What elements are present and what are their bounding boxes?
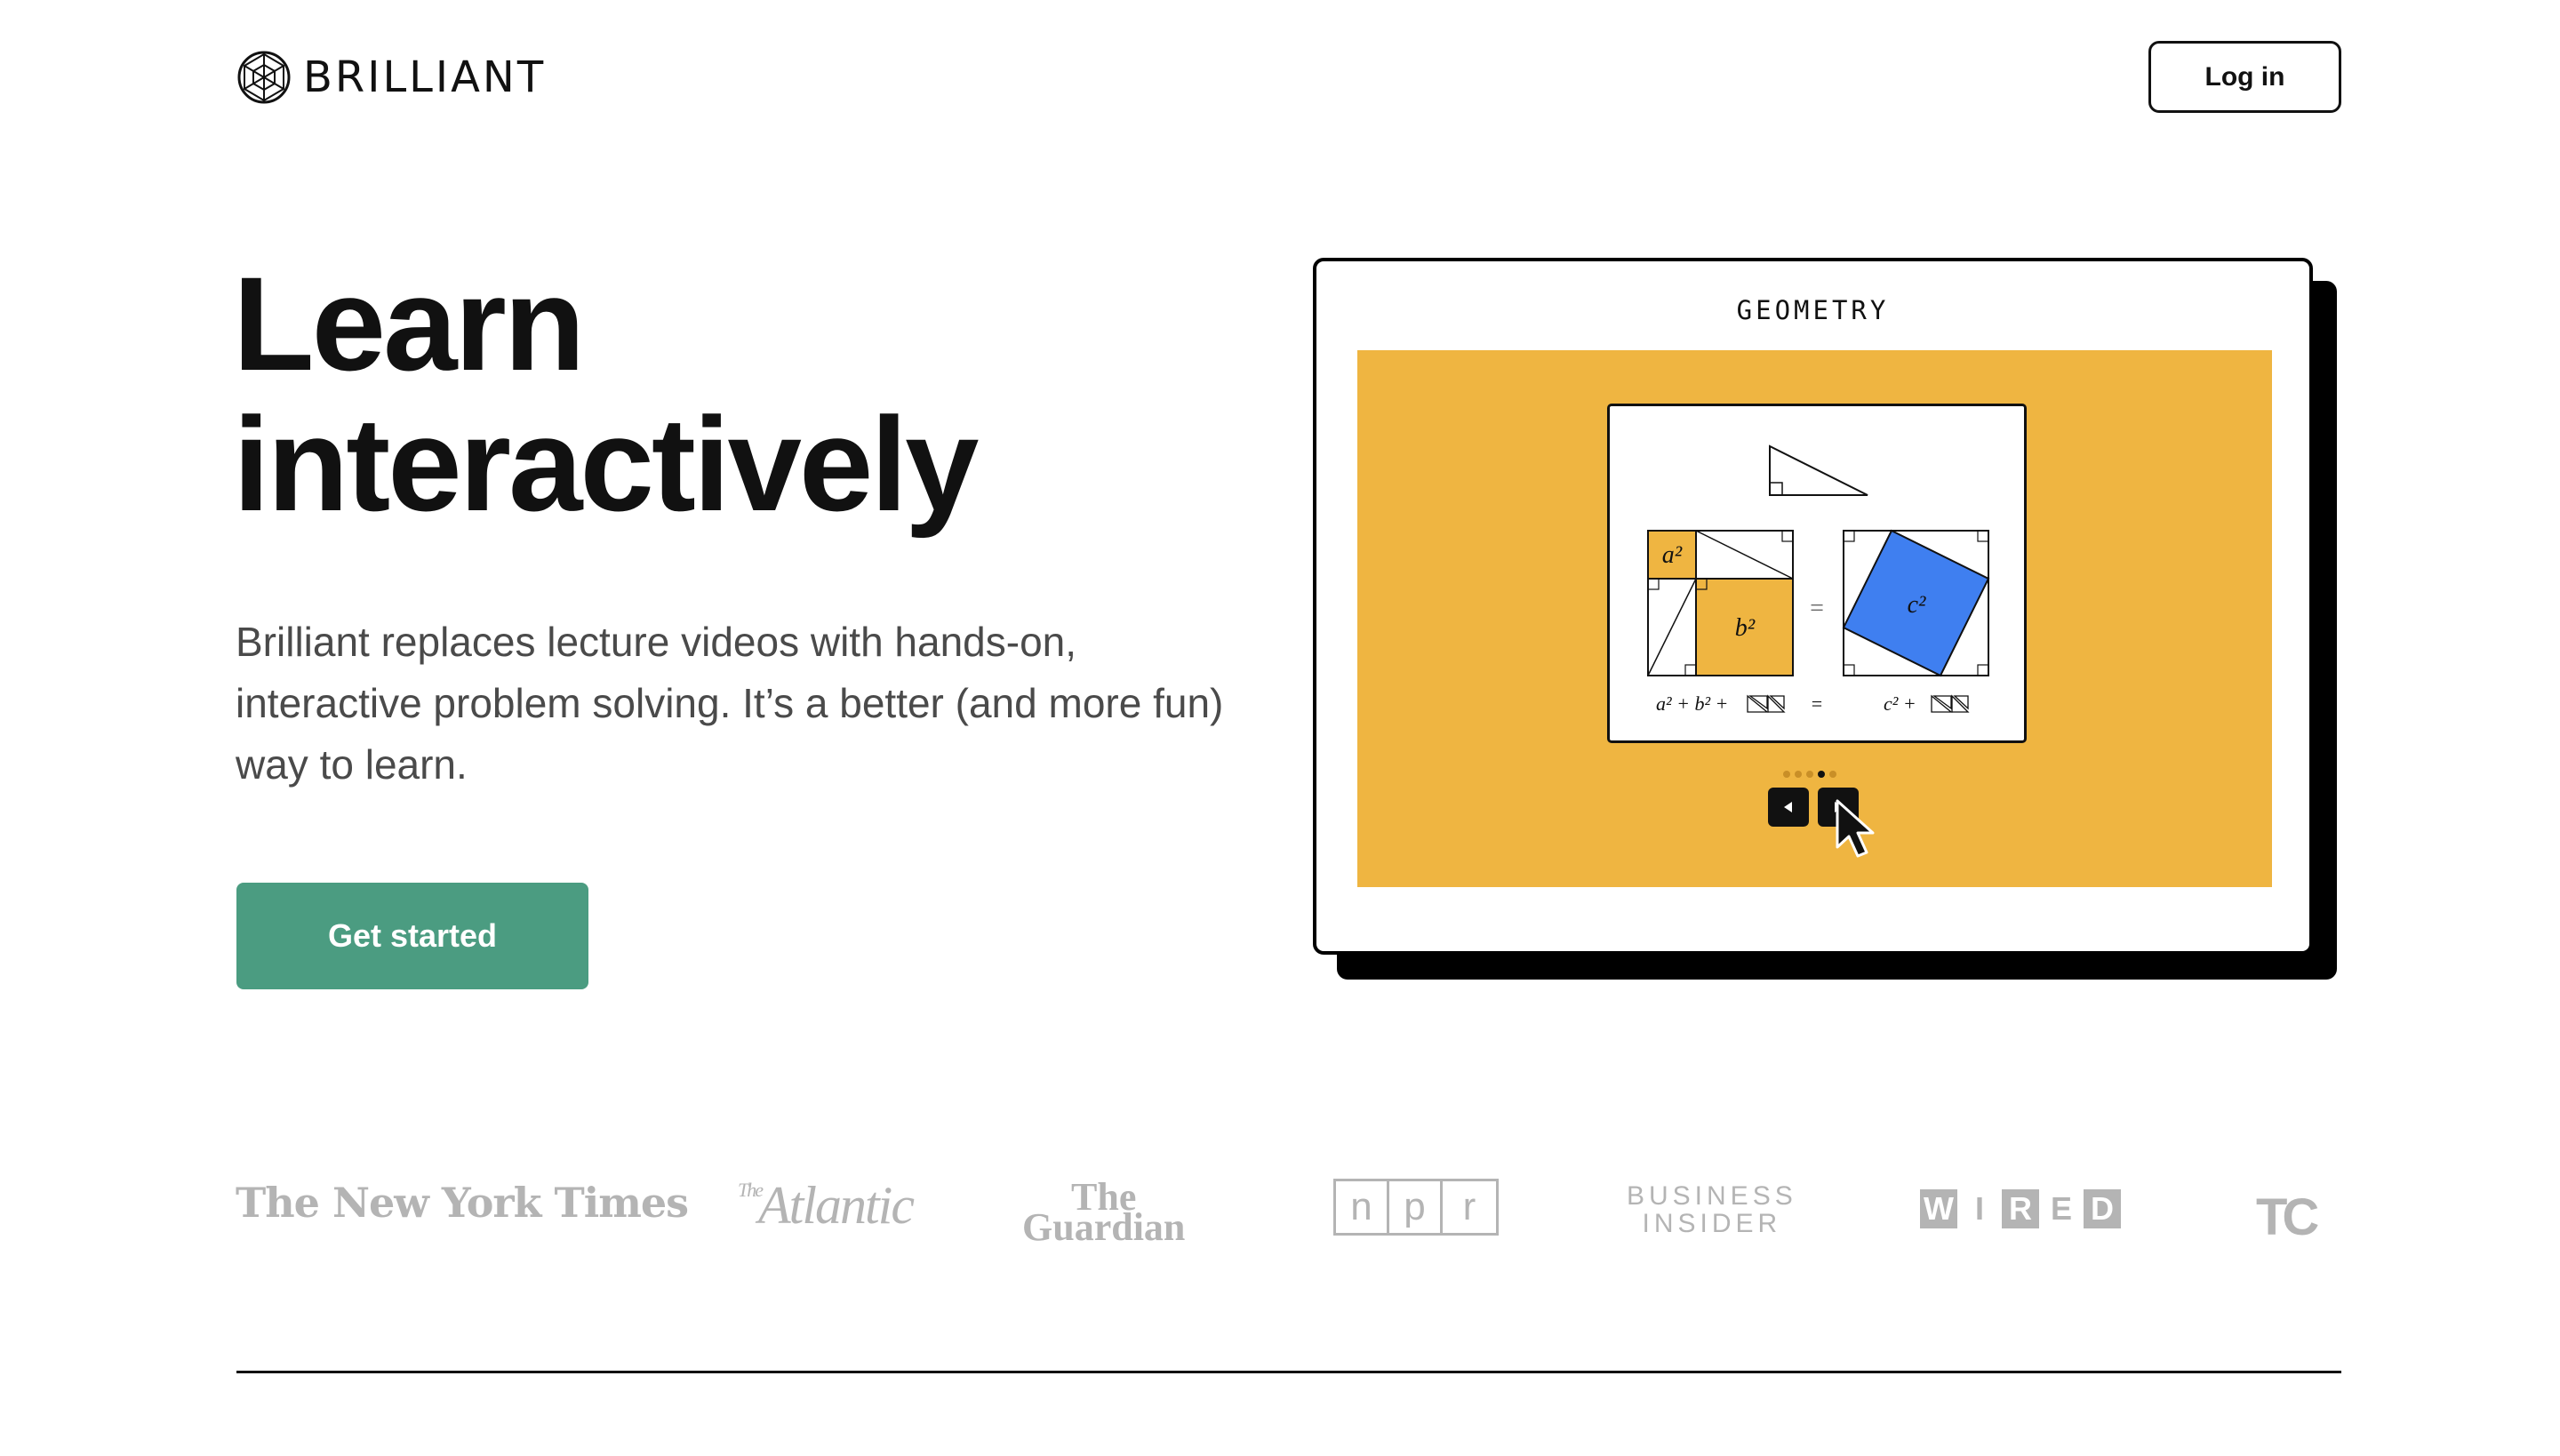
diagram-equals: = — [1810, 595, 1824, 622]
equation-equals: = — [1812, 692, 1822, 715]
lesson-panel: a² b² = c² a² + b² + = c² + — [1357, 350, 2272, 887]
geometry-card: GEOMETRY a² b² = c² a² + b² + = c² + — [1313, 258, 2313, 955]
business-insider-logo: BUSINESS INSIDER — [1627, 1181, 1797, 1238]
triangle-left-icon — [1784, 802, 1792, 812]
carousel-dot[interactable] — [1806, 771, 1813, 778]
get-started-button[interactable]: Get started — [236, 883, 588, 989]
carousel-dot[interactable] — [1783, 771, 1790, 778]
brilliant-logo[interactable]: BRILLIANT — [236, 49, 546, 106]
label-b-squared: b² — [1735, 614, 1756, 642]
card-title: GEOMETRY — [1736, 295, 1890, 325]
hero-headline: Learn interactively — [233, 249, 979, 539]
hero-subtext: Brilliant replaces lecture videos with h… — [236, 619, 1224, 788]
triangles-icon-left — [1747, 694, 1786, 713]
login-button[interactable]: Log in — [2148, 41, 2341, 113]
nyt-logo: The New York Times — [236, 1179, 689, 1227]
logo-wordmark: BRILLIANT — [303, 52, 547, 102]
pythagoras-diagram: a² b² = c² a² + b² + = c² + — [1607, 404, 2027, 743]
pythagoras-illustration: a² b² = c² a² + b² + = c² + — [1647, 444, 1990, 715]
carousel-dots — [1783, 771, 1836, 778]
headline-line-1: Learn — [233, 249, 585, 398]
label-a-squared: a² — [1662, 541, 1683, 569]
label-c-squared: c² — [1908, 591, 1926, 619]
npr-logo: npr — [1333, 1179, 1499, 1236]
headline-line-2: interactively — [233, 389, 979, 539]
wired-logo: WIRED — [1920, 1189, 2121, 1228]
carousel-dot[interactable] — [1795, 771, 1802, 778]
carousel-dot-active[interactable] — [1818, 771, 1825, 778]
equation-left: a² + b² + — [1656, 692, 1728, 715]
techcrunch-logo: TC — [2256, 1188, 2319, 1246]
press-logos: The New York Times TheAtlantic The Guardi… — [0, 1156, 2560, 1262]
previous-button[interactable] — [1768, 788, 1809, 827]
carousel-dot[interactable] — [1829, 771, 1836, 778]
equation-right: c² + — [1884, 692, 1916, 715]
section-divider — [236, 1371, 2341, 1373]
site-header: BRILLIANT Log in — [0, 0, 2560, 160]
guardian-logo: The Guardian — [1022, 1175, 1186, 1249]
mouse-pointer-icon — [1836, 799, 1875, 858]
brilliant-logo-icon — [237, 51, 291, 104]
triangles-icon-right — [1931, 694, 1970, 713]
atlantic-logo: TheAtlantic — [738, 1176, 915, 1235]
